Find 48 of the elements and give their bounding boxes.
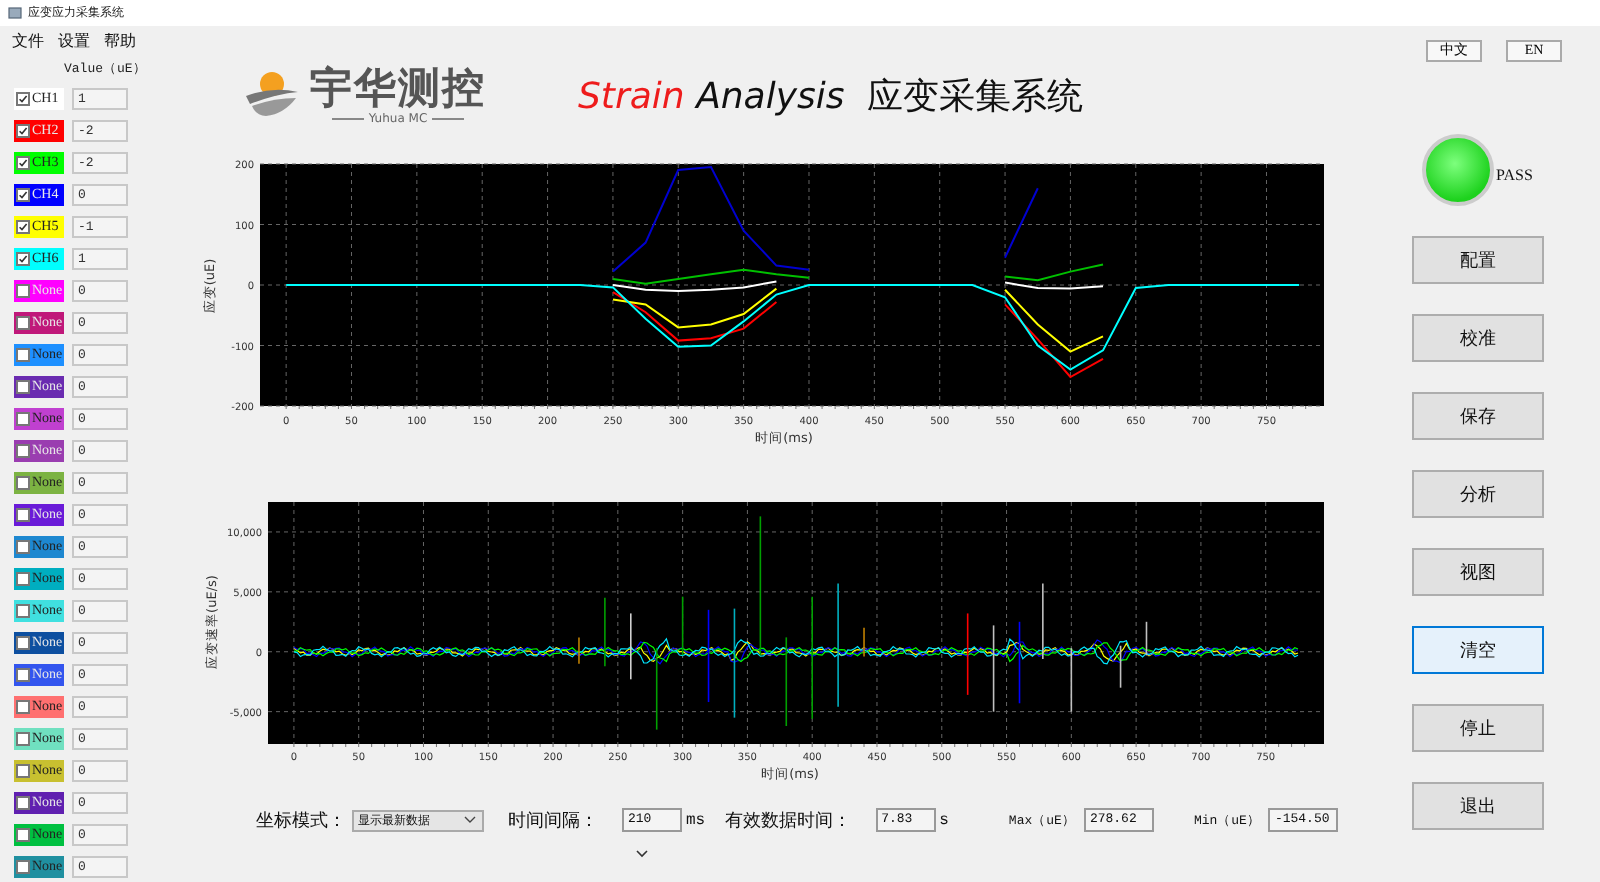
checkbox[interactable]: [16, 187, 30, 201]
app-title: Strain Analysis 应变采集系统: [578, 73, 1084, 119]
action-button[interactable]: 停止: [1412, 704, 1544, 752]
checkbox[interactable]: [16, 667, 30, 681]
logo-icon: [244, 69, 300, 121]
checkbox[interactable]: [16, 155, 30, 169]
checkbox[interactable]: [16, 91, 30, 105]
checkbox[interactable]: [16, 219, 30, 233]
checkbox[interactable]: [16, 731, 30, 745]
checkbox[interactable]: [16, 859, 30, 873]
status-label: PASS: [1496, 165, 1533, 183]
checkbox[interactable]: [16, 539, 30, 553]
checkbox[interactable]: [16, 603, 30, 617]
checkbox[interactable]: [16, 699, 30, 713]
action-button[interactable]: 配置: [1412, 236, 1544, 284]
checkbox[interactable]: [16, 347, 30, 361]
action-button[interactable]: 分析: [1412, 470, 1544, 518]
checkbox[interactable]: [16, 635, 30, 649]
field-label: 有效数据时间：: [725, 809, 852, 833]
checkbox[interactable]: [16, 763, 30, 777]
checkbox[interactable]: [16, 379, 30, 393]
checkbox[interactable]: [16, 283, 30, 297]
checkbox[interactable]: [16, 571, 30, 585]
field-label: 时间间隔：: [508, 809, 598, 833]
menu-item[interactable]: 帮助: [104, 30, 136, 52]
action-button[interactable]: 保存: [1412, 392, 1544, 440]
checkbox[interactable]: [16, 411, 30, 425]
action-button[interactable]: 退出: [1412, 782, 1544, 830]
checkbox[interactable]: [16, 251, 30, 265]
menu-item[interactable]: 文件: [12, 30, 44, 52]
checkbox[interactable]: [16, 475, 30, 489]
menu-item[interactable]: 设置: [58, 30, 90, 52]
field-label: 坐标模式：: [256, 809, 346, 833]
app-icon: [8, 6, 22, 20]
checkbox[interactable]: [16, 507, 30, 521]
checkbox[interactable]: [16, 315, 30, 329]
checkbox[interactable]: [16, 827, 30, 841]
brand-name: 宇华测控: [310, 64, 486, 112]
checkbox[interactable]: [16, 123, 30, 137]
action-button[interactable]: 视图: [1412, 548, 1544, 596]
action-button[interactable]: 校准: [1412, 314, 1544, 362]
unit-label: ms: [686, 811, 706, 829]
checkbox[interactable]: [16, 443, 30, 457]
action-button[interactable]: 清空: [1412, 626, 1544, 674]
chevron-down-icon[interactable]: [636, 850, 648, 858]
caret-icon: [464, 816, 476, 824]
checkbox[interactable]: [16, 795, 30, 809]
unit-label: s: [939, 811, 949, 829]
